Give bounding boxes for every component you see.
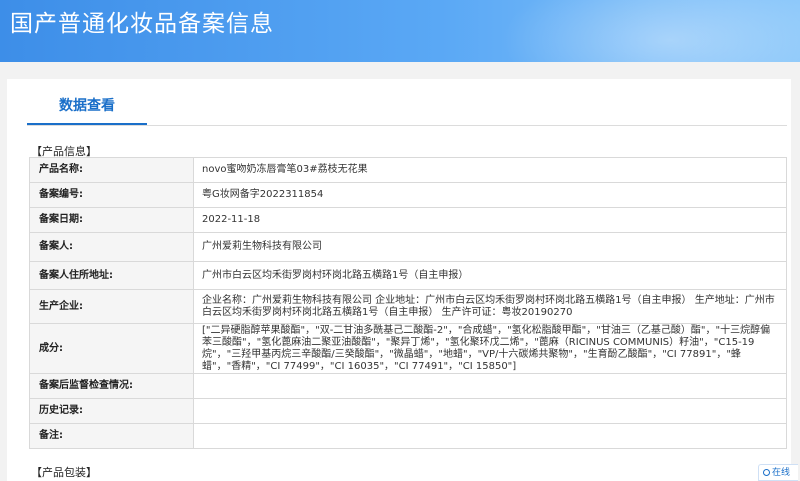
table-row: 备案编号: 粤G妆网备字2022311854 <box>29 182 787 208</box>
table-row: 备案人住所地址: 广州市白云区均禾街罗岗村环岗北路五横路1号（自主申报） <box>29 261 787 290</box>
table-row: 备案后监督检查情况: <box>29 373 787 399</box>
row-label: 备案后监督检查情况: <box>29 373 194 399</box>
row-label: 备案人: <box>29 232 194 262</box>
row-value-remarks <box>193 423 787 449</box>
online-service-button[interactable]: 在线 <box>758 464 798 481</box>
section-title-product-package: 【产品包装】 <box>31 466 97 479</box>
content-card: 数据查看 【产品信息】 产品名称: novo蜜吻奶冻唇膏笔03#荔枝无花果 备案… <box>7 79 791 481</box>
row-label: 备案日期: <box>29 207 194 233</box>
table-row: 产品名称: novo蜜吻奶冻唇膏笔03#荔枝无花果 <box>29 157 787 183</box>
row-label: 成分: <box>29 323 194 374</box>
row-value-registrant-address: 广州市白云区均禾街罗岗村环岗北路五横路1号（自主申报） <box>193 261 787 290</box>
header-banner: 国产普通化妆品备案信息 <box>0 0 800 62</box>
row-label: 备案人住所地址: <box>29 261 194 290</box>
table-row: 备注: <box>29 423 787 449</box>
table-row: 生产企业: 企业名称：广州爱莉生物科技有限公司 企业地址：广州市白云区均禾街罗岗… <box>29 289 787 324</box>
online-service-label: 在线 <box>772 468 791 478</box>
tab-data-view[interactable]: 数据查看 <box>27 87 147 125</box>
row-value-record-number: 粤G妆网备字2022311854 <box>193 182 787 208</box>
table-row: 备案人: 广州爱莉生物科技有限公司 <box>29 232 787 262</box>
table-row: 历史记录: <box>29 398 787 424</box>
row-label: 生产企业: <box>29 289 194 324</box>
row-value-record-date: 2022-11-18 <box>193 207 787 233</box>
row-label: 备案编号: <box>29 182 194 208</box>
table-row: 成分: ["二异硬脂醇苹果酸酯"，"双-二甘油多酰基己二酸酯-2"，"合成蜡"，… <box>29 323 787 374</box>
chat-icon <box>763 469 770 476</box>
row-value-history <box>193 398 787 424</box>
row-label: 历史记录: <box>29 398 194 424</box>
row-value-product-name: novo蜜吻奶冻唇膏笔03#荔枝无花果 <box>193 157 787 183</box>
row-value-ingredients: ["二异硬脂醇苹果酸酯"，"双-二甘油多酰基己二酸酯-2"，"合成蜡"，"氢化松… <box>193 323 787 374</box>
row-value-registrant: 广州爱莉生物科技有限公司 <box>193 232 787 262</box>
row-value-inspection <box>193 373 787 399</box>
row-label: 产品名称: <box>29 157 194 183</box>
table-row: 备案日期: 2022-11-18 <box>29 207 787 233</box>
product-info-table: 产品名称: novo蜜吻奶冻唇膏笔03#荔枝无花果 备案编号: 粤G妆网备字20… <box>29 157 787 449</box>
row-value-manufacturer: 企业名称：广州爱莉生物科技有限公司 企业地址：广州市白云区均禾街罗岗村环岗北路五… <box>193 289 787 324</box>
page-title: 国产普通化妆品备案信息 <box>10 11 274 37</box>
row-label: 备注: <box>29 423 194 449</box>
tab-divider <box>27 125 787 126</box>
